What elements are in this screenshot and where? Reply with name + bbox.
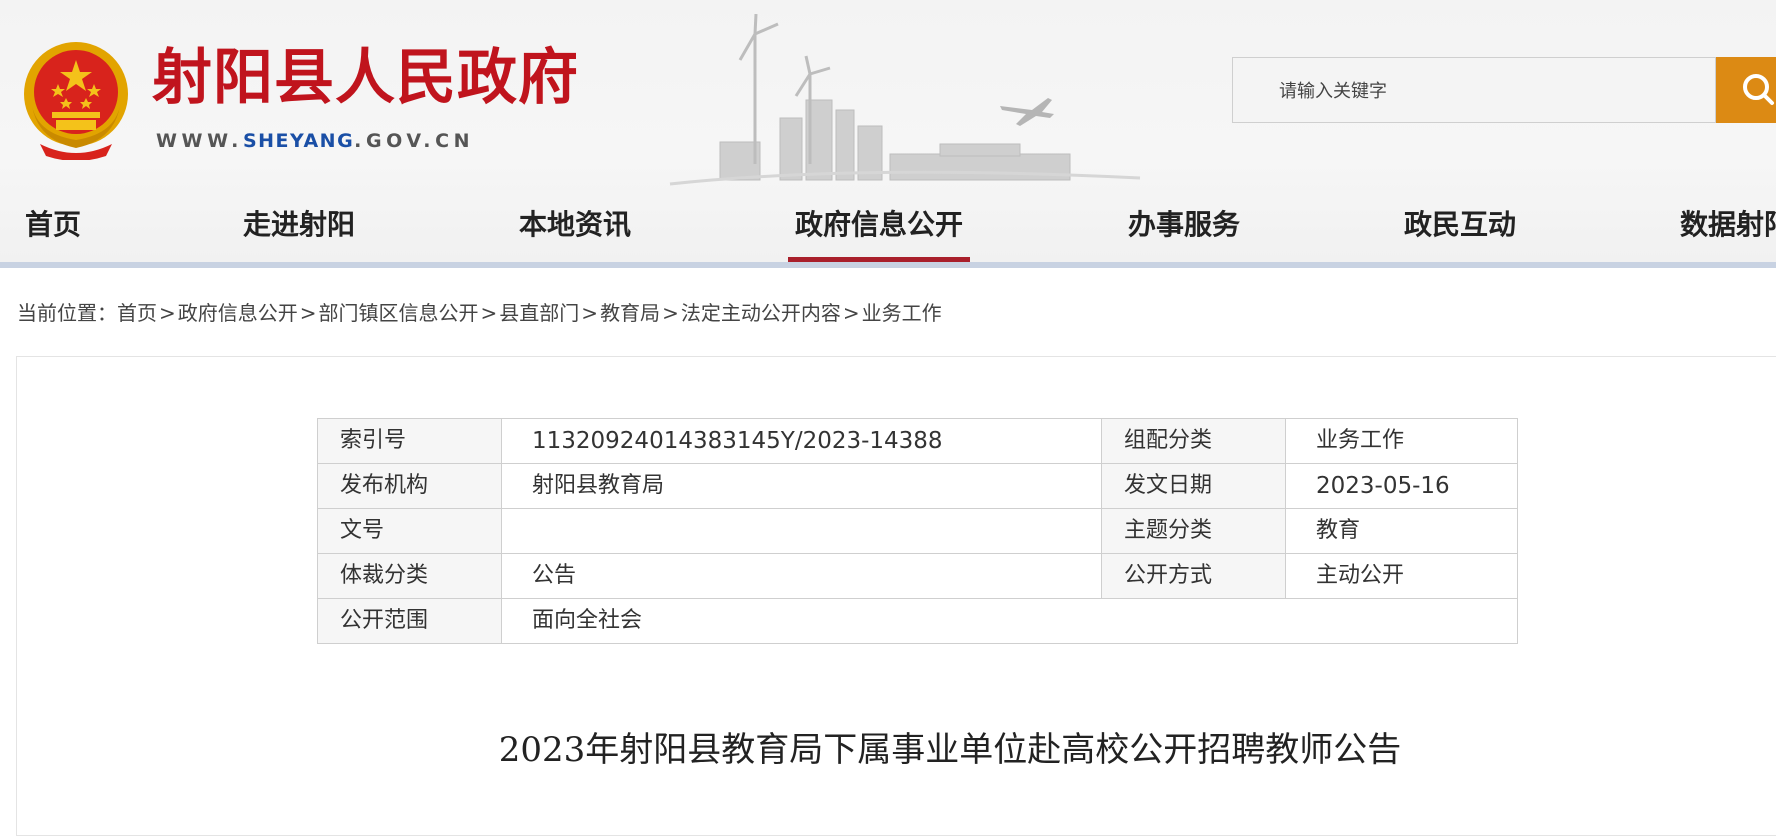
index-value: 11320924014383145Y/2023-14388 xyxy=(501,418,1102,464)
method-value: 主动公开 xyxy=(1285,553,1518,599)
scope-label: 公开范围 xyxy=(317,598,502,644)
table-row: 文号 主题分类 教育 xyxy=(317,508,1518,554)
nav-item-interaction[interactable]: 政民互动 xyxy=(1404,196,1516,262)
doc-no-value xyxy=(501,508,1102,554)
category-label: 组配分类 xyxy=(1101,418,1286,464)
breadcrumb-separator: > xyxy=(581,301,599,325)
nav-item-home[interactable]: 首页 xyxy=(25,196,81,262)
nav-bottom-border xyxy=(0,262,1776,268)
site-url-suffix: .GOV.CN xyxy=(354,130,475,152)
search-box xyxy=(1232,57,1716,124)
breadcrumb: 当前位置：首页 > 政府信息公开 > 部门镇区信息公开 > 县直部门 > 教育局 > 法定主动公开内… xyxy=(17,298,942,328)
nav-item-gov-info-disclosure[interactable]: 政府信息公开 xyxy=(787,196,971,263)
method-label: 公开方式 xyxy=(1101,553,1286,599)
nav-item-data-sheyang[interactable]: 数据射阳 xyxy=(1680,196,1776,262)
table-row: 公开范围 面向全社会 xyxy=(317,598,1518,644)
genre-value: 公告 xyxy=(501,553,1102,599)
doc-no-label: 文号 xyxy=(317,508,502,554)
site-name: 射阳县人民政府 xyxy=(152,43,579,113)
topic-label: 主题分类 xyxy=(1101,508,1286,554)
breadcrumb-link[interactable]: 首页 xyxy=(117,301,157,325)
topic-value: 教育 xyxy=(1285,508,1518,554)
breadcrumb-separator: > xyxy=(662,301,679,325)
breadcrumb-link[interactable]: 法定主动公开内容 xyxy=(681,301,841,325)
table-row: 索引号 11320924014383145Y/2023-14388 组配分类 业… xyxy=(317,418,1518,464)
nav-item-about-sheyang[interactable]: 走进射阳 xyxy=(243,196,355,262)
publisher-value: 射阳县教育局 xyxy=(501,463,1102,509)
breadcrumb-link[interactable]: 业务工作 xyxy=(862,301,942,325)
breadcrumb-separator: > xyxy=(480,301,498,325)
publisher-label: 发布机构 xyxy=(317,463,502,509)
article-title: 2023年射阳县教育局下属事业单位赴高校公开招聘教师公告 xyxy=(498,730,1402,770)
breadcrumb-separator: > xyxy=(159,301,176,325)
nav-item-services[interactable]: 办事服务 xyxy=(1128,196,1240,262)
site-url-prefix: WWW. xyxy=(156,130,243,152)
search-input[interactable] xyxy=(1277,58,1701,124)
table-row: 体裁分类 公告 公开方式 主动公开 xyxy=(317,553,1518,599)
date-label: 发文日期 xyxy=(1101,463,1286,509)
breadcrumb-separator: > xyxy=(842,301,860,325)
breadcrumb-separator: > xyxy=(299,301,317,325)
date-value: 2023-05-16 xyxy=(1285,463,1518,509)
scope-value: 面向全社会 xyxy=(501,598,1518,644)
city-skyline-illustration xyxy=(669,14,1141,186)
breadcrumb-link[interactable]: 县直部门 xyxy=(499,301,579,325)
document-meta-table: 索引号 11320924014383145Y/2023-14388 组配分类 业… xyxy=(317,418,1518,644)
search-button[interactable] xyxy=(1716,57,1776,123)
national-emblem-icon xyxy=(24,42,128,160)
breadcrumb-prefix: 当前位置： xyxy=(17,301,117,325)
breadcrumb-link[interactable]: 政府信息公开 xyxy=(178,301,298,325)
main-nav: 首页 走进射阳 本地资讯 政府信息公开 办事服务 政民互动 数据射阳 xyxy=(0,196,1776,263)
category-value: 业务工作 xyxy=(1285,418,1518,464)
site-url: WWW.SHEYANG.GOV.CN xyxy=(156,130,474,152)
search-icon xyxy=(1743,74,1774,105)
index-label: 索引号 xyxy=(317,418,502,464)
table-row: 发布机构 射阳县教育局 发文日期 2023-05-16 xyxy=(317,463,1518,509)
breadcrumb-link[interactable]: 部门镇区信息公开 xyxy=(319,301,479,325)
genre-label: 体裁分类 xyxy=(317,553,502,599)
breadcrumb-link[interactable]: 教育局 xyxy=(600,301,660,325)
nav-item-local-news[interactable]: 本地资讯 xyxy=(519,196,631,262)
site-url-highlight: SHEYANG xyxy=(242,130,355,152)
